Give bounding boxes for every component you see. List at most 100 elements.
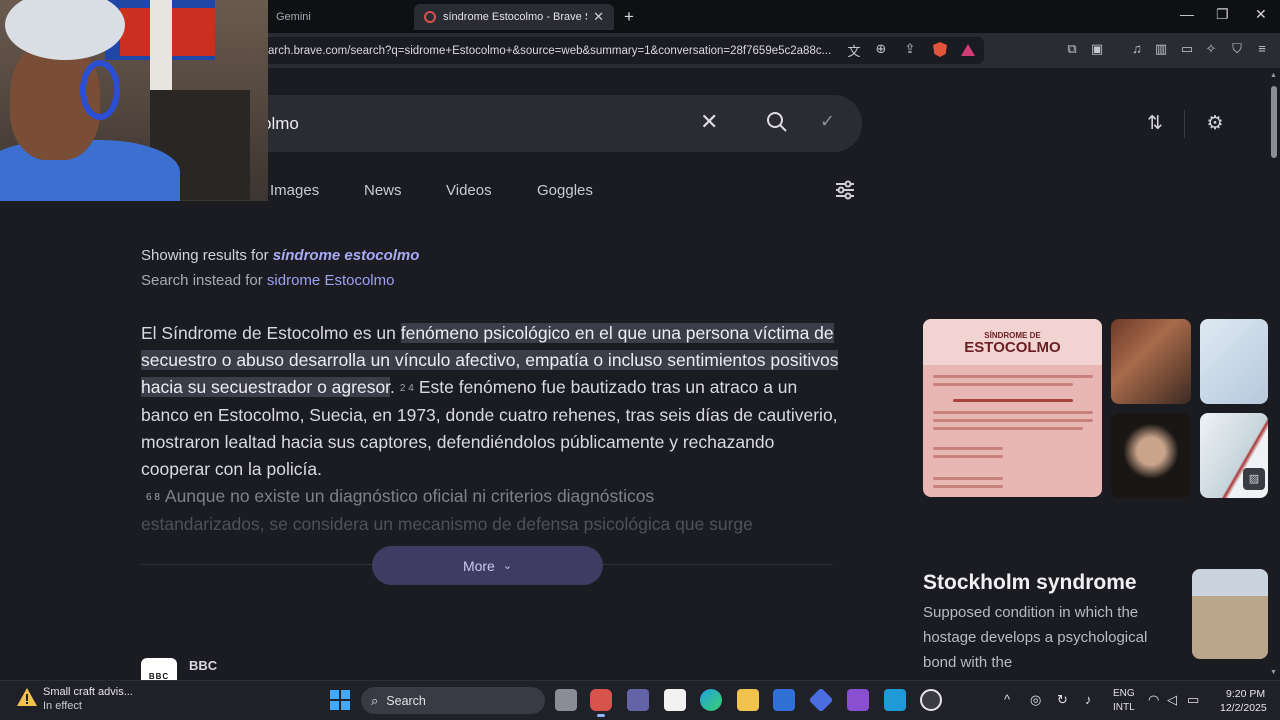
headset-shape xyxy=(80,60,120,120)
wifi-icon[interactable]: ◠ xyxy=(1148,692,1159,708)
leo-ai-icon[interactable]: ✧ xyxy=(1203,41,1219,57)
brave-browser-icon[interactable] xyxy=(590,689,612,711)
more-label: More xyxy=(462,557,495,574)
knowledge-panel-title[interactable]: Stockholm syndrome xyxy=(923,571,1137,595)
infographic-text-line xyxy=(933,477,1003,480)
maximize-icon[interactable]: ❐ xyxy=(1216,6,1229,23)
image-result-thumbnail[interactable] xyxy=(1111,413,1191,498)
zoom-icon[interactable]: ⊕ xyxy=(873,41,889,57)
bbc-logo-text: BBC xyxy=(148,671,170,681)
knowledge-panel-description: Supposed condition in which the hostage … xyxy=(923,604,1148,671)
store-icon[interactable] xyxy=(773,689,795,711)
image-result-thumbnail[interactable] xyxy=(1111,319,1191,404)
more-button[interactable]: More ⌄ xyxy=(372,546,603,585)
language-indicator[interactable]: ENG xyxy=(1113,688,1135,699)
tab-brave-search[interactable]: síndrome Estocolmo - Brave Search ✕ xyxy=(414,4,614,30)
close-window-icon[interactable]: ✕ xyxy=(1255,6,1267,23)
windows-start-icon[interactable] xyxy=(330,690,350,710)
infographic-text-line xyxy=(933,485,1003,488)
search-icon: ⌕ xyxy=(371,692,379,708)
tab-news[interactable]: News xyxy=(364,182,402,199)
infographic-text-line xyxy=(953,399,1073,402)
original-query-link[interactable]: sidrome Estocolmo xyxy=(267,272,395,289)
menu-icon[interactable]: ≡ xyxy=(1254,41,1270,56)
tray-app-icon[interactable]: ◎ xyxy=(1030,692,1041,708)
url-text: arch.brave.com/search?q=sidrome+Estocolm… xyxy=(268,44,832,57)
divider xyxy=(1184,110,1185,138)
volume-icon[interactable]: ◁ xyxy=(1167,692,1177,708)
search-input[interactable]: olmo ✕ ✓ xyxy=(200,95,862,152)
image-result-thumbnail[interactable] xyxy=(1200,319,1268,404)
citation-marker[interactable]: 2 4 xyxy=(400,383,414,394)
corrected-query-link[interactable]: síndrome estocolmo xyxy=(273,247,420,264)
tab-goggles[interactable]: Goggles xyxy=(537,182,593,199)
scrollbar-thumb[interactable] xyxy=(1271,86,1277,158)
wallet-icon[interactable]: ▭ xyxy=(1179,41,1195,57)
notes-app-icon[interactable] xyxy=(884,689,906,711)
translate-icon[interactable]: 文 xyxy=(846,41,862,60)
image-result-infographic[interactable]: SÍNDROME DE ESTOCOLMO xyxy=(923,319,1102,497)
summary-sentence-faded: estandarizados, se considera un mecanism… xyxy=(141,514,753,534)
infographic-text-line xyxy=(933,383,1073,386)
image-icon[interactable]: ▨ xyxy=(1243,468,1265,490)
infographic-big-title: ESTOCOLMO xyxy=(964,339,1061,356)
infographic-header: SÍNDROME DE ESTOCOLMO xyxy=(923,319,1102,365)
scroll-down-arrow-icon[interactable]: ▼ xyxy=(1270,669,1277,676)
share-icon[interactable]: ⇪ xyxy=(902,41,918,57)
vpn-icon[interactable]: ⛉ xyxy=(1229,41,1245,57)
spellcheck-instead: Search instead for sidrome Estocolmo xyxy=(141,272,394,289)
ai-summary: El Síndrome de Estocolmo es un fenómeno … xyxy=(141,320,841,538)
submit-check-icon[interactable]: ✓ xyxy=(820,111,835,132)
microphone-icon[interactable]: ♪ xyxy=(1085,692,1092,707)
notepad-icon[interactable] xyxy=(664,689,686,711)
clock-date[interactable]: 12/2/2025 xyxy=(1220,702,1267,714)
scroll-up-arrow-icon[interactable]: ▲ xyxy=(1270,72,1277,79)
result-source-name[interactable]: BBC xyxy=(189,658,217,673)
summary-intro: El Síndrome de Estocolmo es un xyxy=(141,323,401,343)
scrollbar[interactable] xyxy=(1268,68,1280,680)
knowledge-panel-image[interactable] xyxy=(1192,569,1268,659)
brave-favicon-icon xyxy=(424,11,436,23)
tab-title: síndrome Estocolmo - Brave Search xyxy=(443,11,587,23)
file-explorer-icon[interactable] xyxy=(737,689,759,711)
sync-icon[interactable]: ↻ xyxy=(1057,692,1068,708)
new-tab-icon[interactable]: + xyxy=(624,7,634,27)
tab-videos[interactable]: Videos xyxy=(446,182,492,199)
close-tab-icon[interactable]: ✕ xyxy=(593,9,604,25)
citation-marker[interactable]: 6 8 xyxy=(146,492,160,503)
filter-sliders-icon[interactable] xyxy=(834,180,856,200)
battery-icon[interactable]: ▭ xyxy=(1187,692,1199,708)
teams-icon[interactable] xyxy=(627,689,649,711)
sort-icon[interactable]: ⇅ xyxy=(1143,112,1167,136)
taskbar-search[interactable]: ⌕ Search xyxy=(361,687,545,714)
minimize-icon[interactable]: — xyxy=(1180,6,1194,22)
infographic-text-line xyxy=(933,375,1093,378)
screenshot-icon[interactable]: ▣ xyxy=(1089,41,1105,57)
brave-rewards-icon[interactable] xyxy=(961,44,975,56)
summary-period: . xyxy=(390,377,395,397)
webcam-overlay xyxy=(0,0,268,201)
weather-title[interactable]: Small craft advis... xyxy=(43,686,133,698)
tab-gemini[interactable]: Gemini xyxy=(266,4,406,30)
clear-search-icon[interactable]: ✕ xyxy=(700,109,718,135)
showing-prefix: Showing results for xyxy=(141,247,269,264)
media-icon[interactable]: ♫ xyxy=(1129,41,1145,56)
settings-gear-icon[interactable]: ⚙ xyxy=(1203,112,1227,136)
clock-time[interactable]: 9:20 PM xyxy=(1226,688,1265,700)
show-hidden-icons-chevron-icon[interactable]: ^ xyxy=(1004,692,1010,707)
visual-studio-icon[interactable] xyxy=(847,689,869,711)
search-icon[interactable] xyxy=(766,111,788,133)
bbc-logo[interactable]: BBC xyxy=(141,658,177,680)
edge-icon[interactable] xyxy=(700,689,722,711)
task-view-icon[interactable] xyxy=(555,689,577,711)
instead-prefix: Search instead for xyxy=(141,272,263,289)
sidebar-icon[interactable]: ▥ xyxy=(1153,41,1169,57)
spellcheck-showing: Showing results for síndrome estocolmo xyxy=(141,247,419,264)
obs-icon[interactable] xyxy=(920,689,942,711)
infographic-text-line xyxy=(933,411,1093,414)
keyboard-layout-indicator[interactable]: INTL xyxy=(1113,702,1135,713)
tab-images[interactable]: Images xyxy=(270,182,319,199)
extensions-icon[interactable]: ⧉ xyxy=(1064,41,1080,57)
chevron-down-icon: ⌄ xyxy=(502,560,513,572)
weather-warning-icon[interactable] xyxy=(16,686,38,708)
